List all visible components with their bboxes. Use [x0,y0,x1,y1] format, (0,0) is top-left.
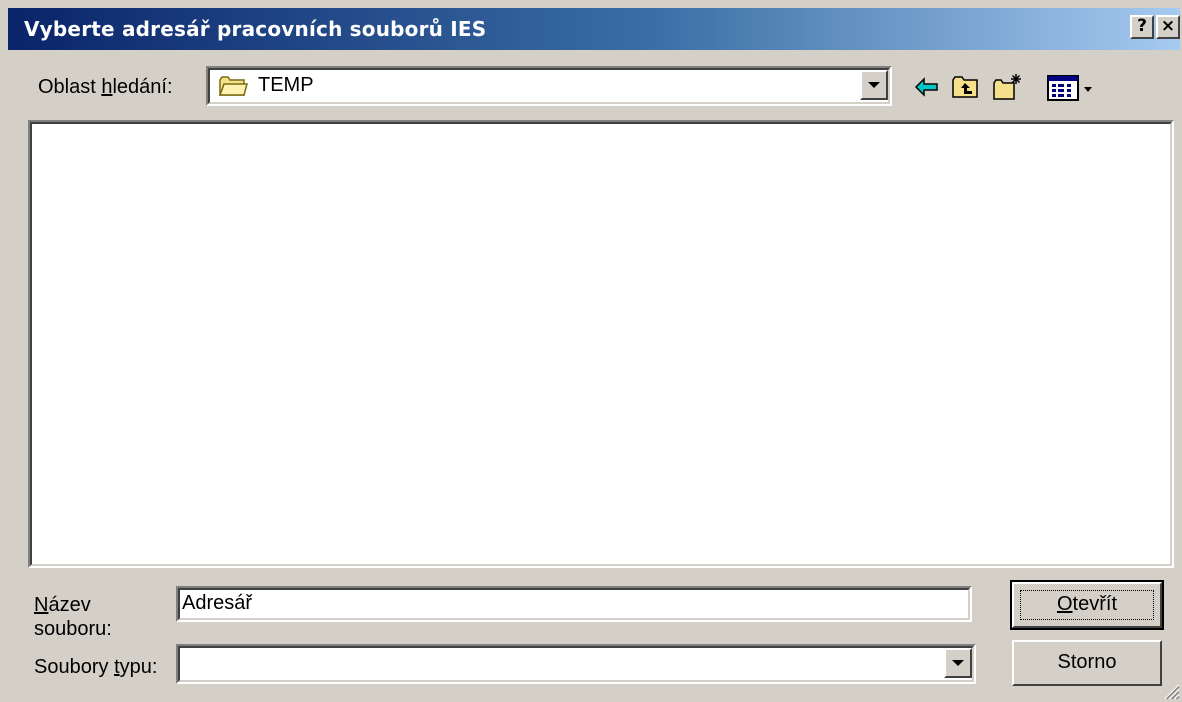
close-button[interactable]: × [1156,15,1180,39]
help-button[interactable]: ? [1130,15,1154,39]
resize-grip-icon[interactable] [1162,682,1180,700]
filetype-label-part: Soubory [34,656,115,678]
filename-input[interactable]: Adresář [176,586,972,622]
chevron-down-icon [952,660,964,666]
filetype-label-part: ypu: [119,656,158,678]
filename-label-mnemonic: N [34,594,49,616]
file-dialog: Vyberte adresář pracovních souborů IES ?… [0,0,1182,702]
filename-value: Adresář [182,592,253,614]
new-folder-icon[interactable] [992,72,1022,102]
folder-icon [218,76,248,96]
lookin-combobox[interactable]: TEMP [206,66,892,106]
up-folder-icon[interactable] [950,72,980,102]
lookin-label-part: ledání: [112,76,173,98]
filetype-label: Soubory typu: [34,656,157,679]
chevron-down-icon [868,82,880,88]
view-menu-icon[interactable] [1046,72,1102,102]
filename-label: Název [34,594,91,617]
lookin-label: Oblast hledání: [38,76,173,99]
lookin-dropdown-button[interactable] [860,70,888,100]
title-bar[interactable]: Vyberte adresář pracovních souborů IES ?… [8,8,1180,50]
lookin-value: TEMP [258,74,314,96]
back-icon[interactable] [912,72,942,102]
filetype-dropdown-button[interactable] [944,648,972,678]
lookin-label-part: Oblast [38,76,102,98]
open-button[interactable]: Otevřít [1010,580,1164,630]
file-list[interactable] [28,120,1174,568]
filename-label-part: ázev [48,594,91,616]
filetype-combobox[interactable] [176,644,976,684]
filename-label-line2: souboru: [34,618,112,640]
cancel-button[interactable]: Storno [1012,640,1162,686]
focus-rect [1020,590,1154,620]
window-title: Vyberte adresář pracovních souborů IES [24,17,487,41]
lookin-label-mnemonic: h [101,76,113,98]
